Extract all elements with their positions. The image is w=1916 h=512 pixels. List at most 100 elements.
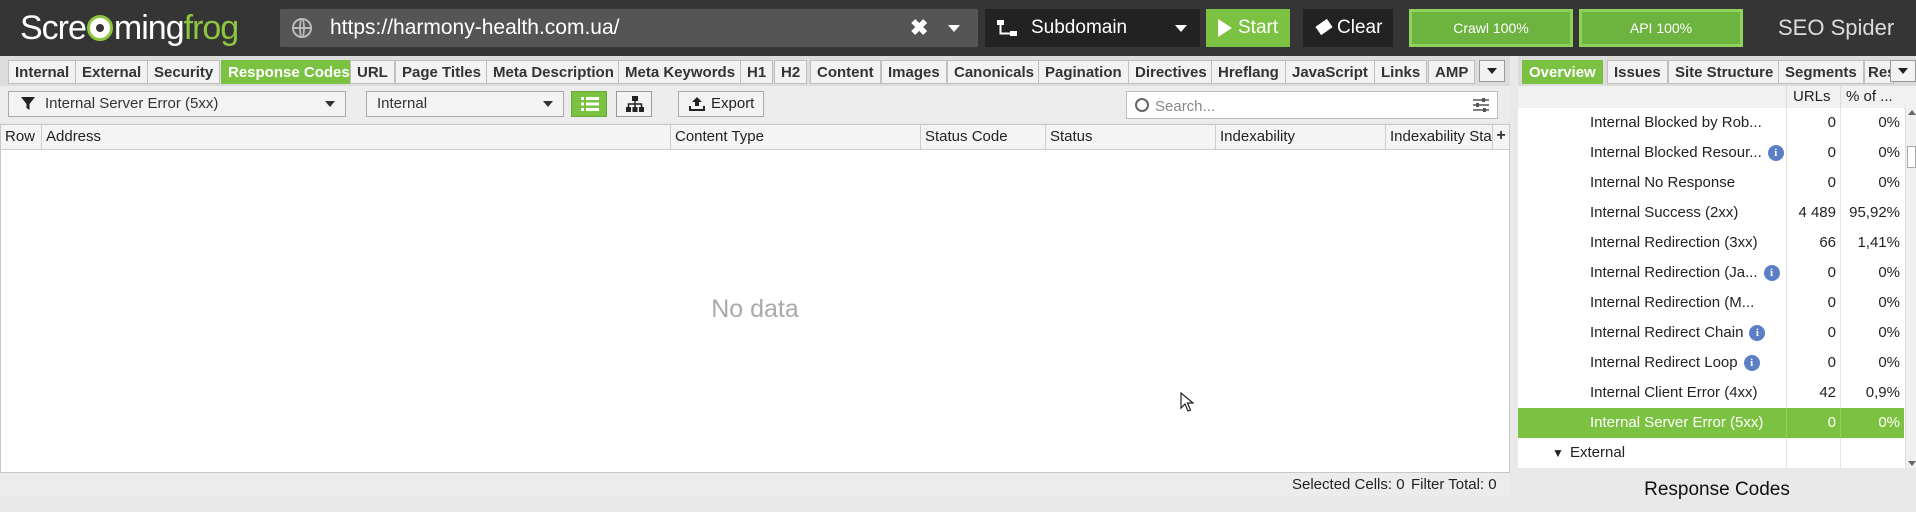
chevron-down-icon — [543, 101, 553, 107]
overview-row-blocked-resource[interactable]: Internal Blocked Resour... i 0 0% — [1518, 138, 1904, 169]
crawl-mode-select[interactable]: Subdomain — [985, 9, 1200, 47]
tab-h2[interactable]: H2 — [774, 60, 808, 84]
tab-internal[interactable]: Internal — [8, 60, 77, 84]
tab-meta-description[interactable]: Meta Description — [486, 60, 621, 84]
tab-images[interactable]: Images — [881, 60, 947, 84]
upload-icon — [689, 97, 705, 111]
tab-site-structure[interactable]: Site Structure — [1668, 60, 1781, 84]
tab-hreflang[interactable]: Hreflang — [1211, 60, 1286, 84]
info-icon[interactable]: i — [1763, 265, 1780, 281]
overview-scrollbar[interactable] — [1905, 108, 1916, 468]
column-header-urls[interactable]: URLs — [1786, 86, 1840, 108]
tab-content[interactable]: Content — [810, 60, 881, 84]
play-icon — [1218, 19, 1232, 37]
chevron-down-icon — [325, 101, 335, 107]
group-label: External — [1570, 444, 1626, 461]
column-header-content-type[interactable]: Content Type — [671, 125, 921, 149]
clear-url-icon[interactable]: ✖ — [910, 12, 928, 44]
export-button[interactable]: Export — [678, 91, 764, 117]
info-icon[interactable]: i — [1749, 325, 1766, 341]
column-header-address[interactable]: Address — [42, 125, 671, 149]
overview-row-client-error-4xx[interactable]: Internal Client Error (4xx) 42 0,9% — [1518, 378, 1904, 409]
tab-security[interactable]: Security — [147, 60, 221, 84]
expand-arrow-icon[interactable]: ▼ — [1552, 438, 1564, 468]
info-icon[interactable]: i — [1767, 145, 1784, 161]
more-right-tabs-dropdown-icon[interactable] — [1890, 60, 1916, 82]
overview-row-redirection-3xx[interactable]: Internal Redirection (3xx) 66 1,41% — [1518, 228, 1904, 259]
tab-javascript[interactable]: JavaScript — [1285, 60, 1375, 84]
clear-button[interactable]: Clear — [1303, 9, 1393, 47]
scope-select[interactable]: Internal — [366, 91, 564, 117]
overview-row-redirect-loop[interactable]: Internal Redirect Loop i 0 0% — [1518, 348, 1904, 379]
add-column-icon[interactable]: + — [1493, 125, 1509, 149]
eraser-icon — [1315, 18, 1333, 36]
scroll-up-icon[interactable] — [1908, 110, 1916, 115]
crawl-progress-button[interactable]: Crawl 100% — [1409, 9, 1573, 47]
list-view-button[interactable] — [571, 91, 607, 117]
start-button[interactable]: Start — [1206, 9, 1290, 47]
more-tabs-dropdown-icon[interactable] — [1479, 60, 1505, 82]
overview-row-redirect-chain[interactable]: Internal Redirect Chain i 0 0% — [1518, 318, 1904, 349]
tab-segments[interactable]: Segments — [1778, 60, 1864, 84]
tab-external[interactable]: External — [75, 60, 149, 84]
frog-eye-icon — [86, 15, 113, 41]
column-header-indexability[interactable]: Indexability — [1216, 125, 1386, 149]
overview-panel: URLs % of ... Internal Blocked by Rob...… — [1518, 86, 1916, 506]
tab-directives[interactable]: Directives — [1128, 60, 1214, 84]
tab-meta-keywords[interactable]: Meta Keywords — [618, 60, 743, 84]
scroll-thumb[interactable] — [1907, 146, 1916, 168]
overview-group-external[interactable]: ▼ External — [1518, 438, 1904, 468]
overview-row-redirection-meta[interactable]: Internal Redirection (M... 0 0% — [1518, 288, 1904, 319]
app-logo: Scre mingfrog — [20, 9, 239, 47]
selected-cells-count: Selected Cells: 0 — [1292, 476, 1405, 493]
export-label: Export — [711, 95, 755, 112]
tab-response-codes[interactable]: Response Codes — [221, 60, 357, 84]
overview-row-redirection-javascript[interactable]: Internal Redirection (Ja... i 0 0% — [1518, 258, 1904, 289]
url-input[interactable]: https://harmony-health.com.ua/ — [330, 9, 619, 47]
grid-header: Row Address Content Type Status Code Sta… — [1, 125, 1509, 150]
tab-overview[interactable]: Overview — [1522, 60, 1603, 84]
overview-row-blocked-robots[interactable]: Internal Blocked by Rob... 0 0% — [1518, 108, 1904, 139]
tab-links[interactable]: Links — [1374, 60, 1428, 84]
tree-icon — [626, 96, 644, 112]
right-tab-bar: Overview Issues Site Structure Segments … — [1518, 56, 1916, 86]
chevron-down-icon — [1175, 25, 1187, 32]
column-header-status[interactable]: Status — [1046, 125, 1216, 149]
search-options-icon[interactable] — [1473, 98, 1489, 112]
mouse-cursor-icon — [1180, 392, 1194, 412]
info-icon[interactable]: i — [1743, 355, 1760, 371]
overview-row-no-response[interactable]: Internal No Response 0 0% — [1518, 168, 1904, 199]
scope-select-value: Internal — [377, 95, 428, 112]
tab-url[interactable]: URL — [350, 60, 395, 84]
url-bar[interactable]: https://harmony-health.com.ua/ ✖ — [280, 9, 978, 47]
overview-row-success-2xx[interactable]: Internal Success (2xx) 4 489 95,92% — [1518, 198, 1904, 229]
filter-select-value: Internal Server Error (5xx) — [45, 95, 219, 112]
data-grid[interactable]: Row Address Content Type Status Code Sta… — [0, 124, 1510, 473]
column-header-percent[interactable]: % of ... — [1840, 86, 1904, 108]
status-bar: Selected Cells: 0 Filter Total: 0 — [0, 473, 1510, 497]
tab-canonicals[interactable]: Canonicals — [947, 60, 1042, 84]
overview-header: URLs % of ... — [1518, 86, 1916, 109]
overview-row-server-error-5xx[interactable]: Internal Server Error (5xx) 0 0% — [1518, 408, 1904, 439]
tab-page-titles[interactable]: Page Titles — [395, 60, 488, 84]
column-header-row[interactable]: Row — [1, 125, 42, 149]
column-header-indexability-status[interactable]: Indexability Stat — [1386, 125, 1493, 149]
url-history-dropdown-icon[interactable] — [948, 25, 960, 32]
search-box[interactable] — [1126, 91, 1498, 119]
api-progress-button[interactable]: API 100% — [1579, 9, 1743, 47]
scroll-down-icon[interactable] — [1908, 461, 1916, 466]
tab-h1[interactable]: H1 — [740, 60, 774, 84]
tab-issues[interactable]: Issues — [1607, 60, 1668, 84]
filter-bar: Internal Server Error (5xx) Internal Exp… — [0, 86, 1510, 122]
column-header-status-code[interactable]: Status Code — [921, 125, 1046, 149]
globe-icon — [292, 18, 312, 38]
top-bar: Scre mingfrog https://harmony-health.com.… — [0, 0, 1916, 56]
search-input[interactable] — [1153, 94, 1457, 118]
main-tab-bar: Internal External Security Response Code… — [0, 56, 1510, 86]
tab-amp[interactable]: AMP — [1428, 60, 1476, 84]
tab-pagination[interactable]: Pagination — [1038, 60, 1129, 84]
filter-total-count: Filter Total: 0 — [1411, 476, 1497, 493]
filter-select[interactable]: Internal Server Error (5xx) — [8, 91, 346, 117]
search-icon — [1135, 98, 1149, 112]
tree-view-button[interactable] — [616, 91, 652, 117]
